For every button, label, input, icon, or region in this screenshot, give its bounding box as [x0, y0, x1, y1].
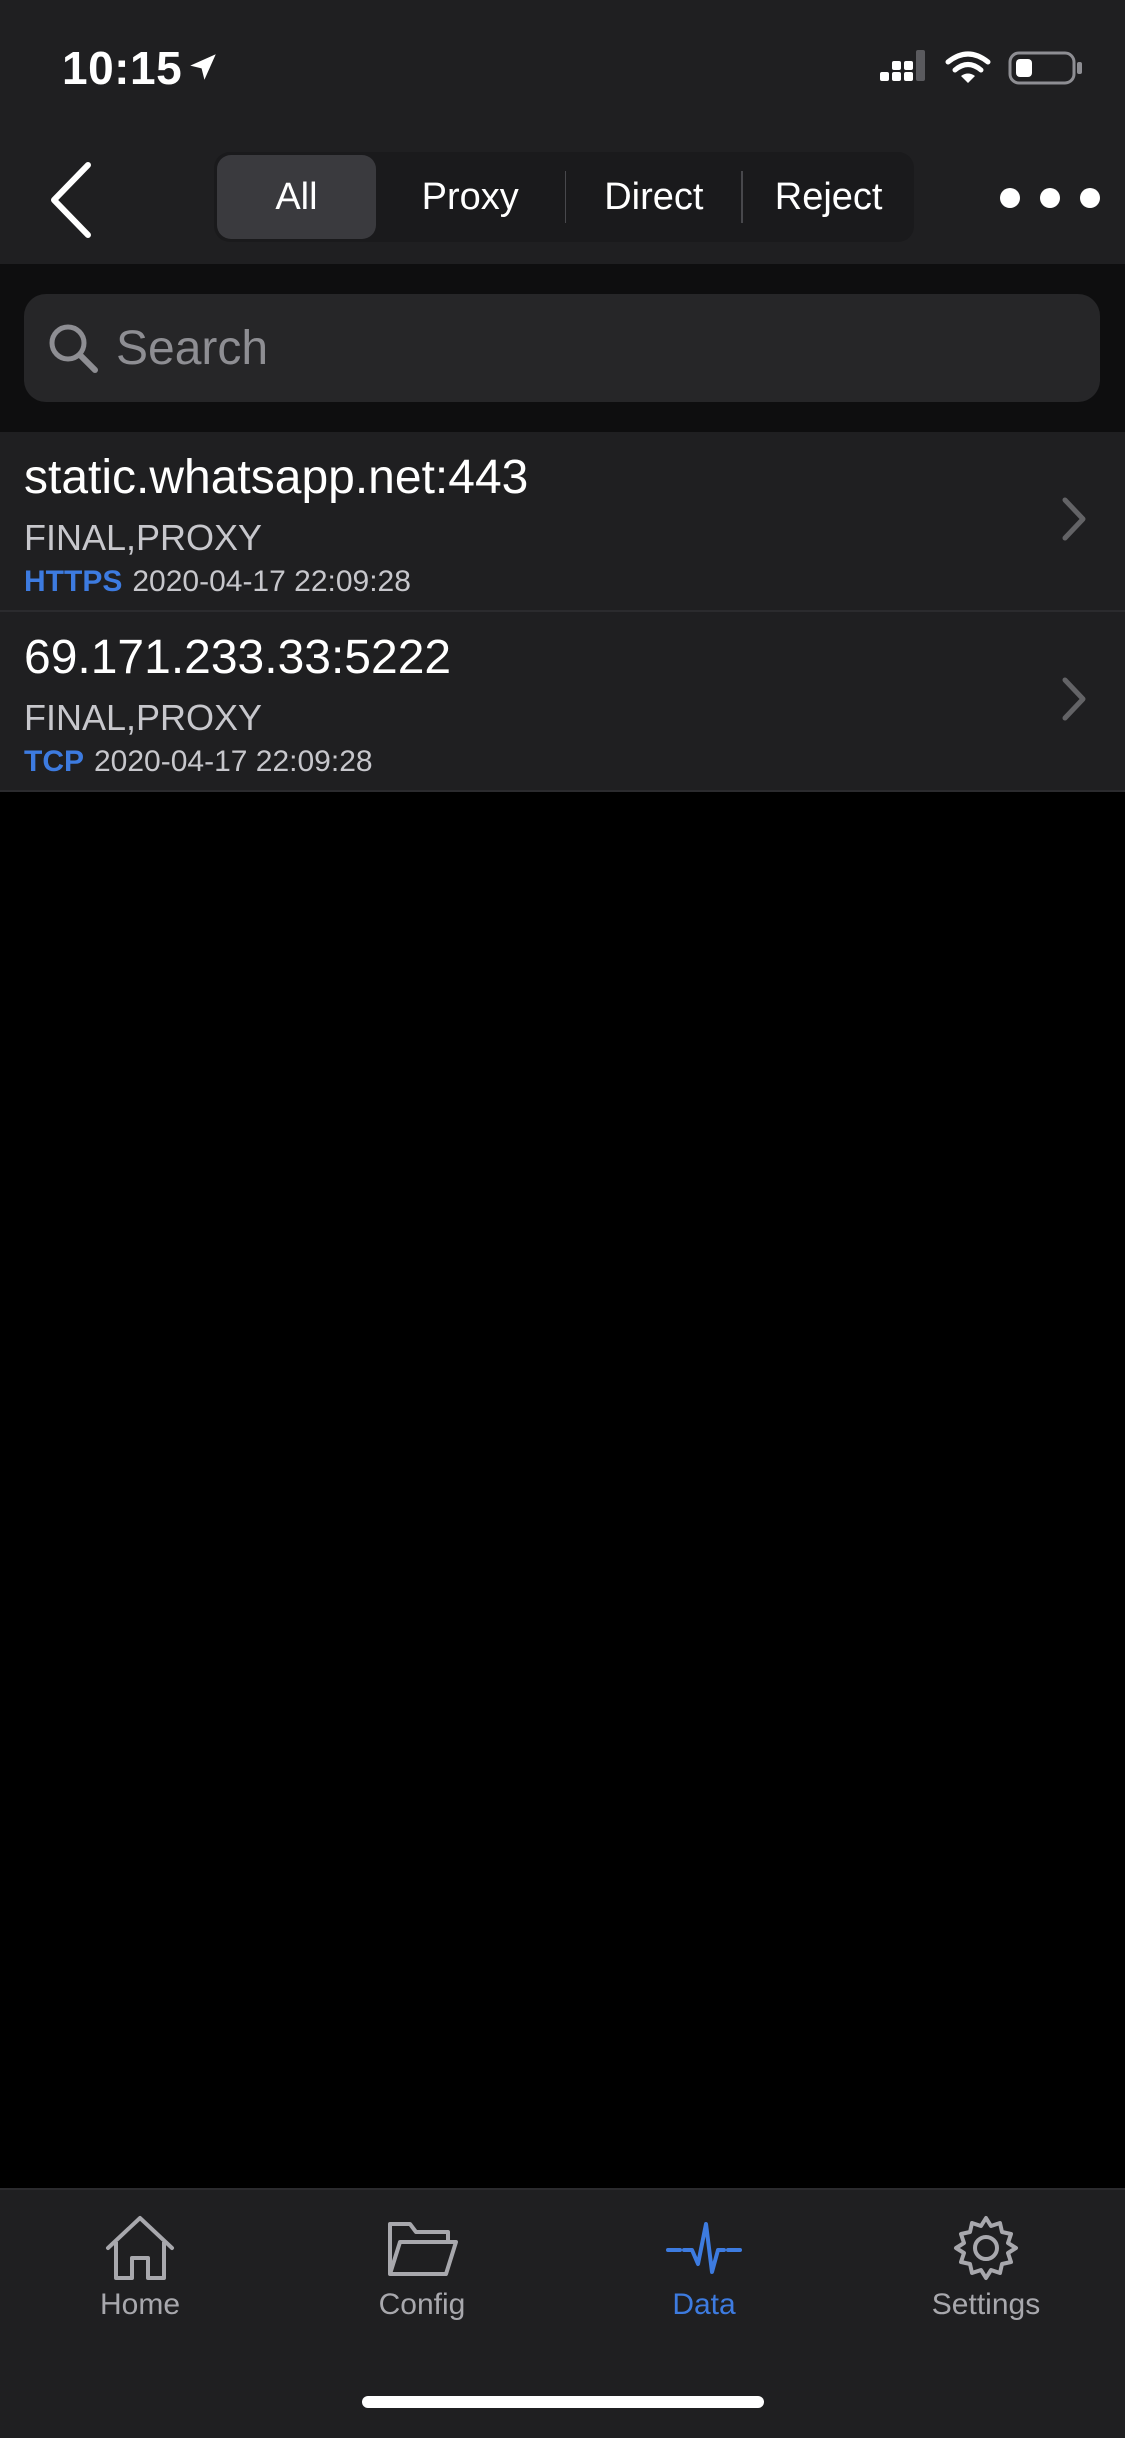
- request-row[interactable]: static.whatsapp.net:443 FINAL,PROXY HTTP…: [0, 432, 1125, 612]
- tab-config[interactable]: Config: [322, 2214, 522, 2334]
- tab-label: Settings: [931, 2288, 1041, 2321]
- request-timestamp: 2020-04-17 22:09:28: [132, 565, 411, 598]
- search-input[interactable]: [114, 319, 1078, 377]
- location-arrow-icon: [190, 54, 216, 80]
- wifi-icon: [945, 51, 991, 83]
- signal-icon: [880, 50, 925, 81]
- tab-label: Home: [99, 2288, 181, 2321]
- tab-settings[interactable]: Settings: [886, 2214, 1086, 2334]
- chevron-right-icon: [1062, 677, 1086, 721]
- more-button[interactable]: [1000, 170, 1100, 226]
- tab-home[interactable]: Home: [40, 2214, 240, 2334]
- chevron-left-icon: [51, 162, 91, 238]
- request-rule: FINAL,PROXY: [24, 697, 263, 738]
- back-button[interactable]: [36, 155, 106, 245]
- search-icon: [49, 324, 98, 373]
- filter-segmented-control: All Proxy Direct Reject: [214, 152, 914, 242]
- segment-proxy[interactable]: Proxy: [376, 155, 565, 239]
- request-host: static.whatsapp.net:443: [24, 451, 529, 504]
- tab-label: Config: [378, 2288, 466, 2321]
- request-protocol: TCP: [24, 745, 84, 778]
- pulse-icon: [666, 2222, 742, 2274]
- request-list: static.whatsapp.net:443 FINAL,PROXY HTTP…: [0, 432, 1125, 792]
- home-icon: [106, 2216, 174, 2280]
- request-timestamp: 2020-04-17 22:09:28: [94, 745, 373, 778]
- request-protocol: HTTPS: [24, 565, 123, 598]
- request-host: 69.171.233.33:5222: [24, 631, 452, 684]
- gear-icon: [954, 2216, 1018, 2280]
- segment-direct[interactable]: Direct: [566, 155, 741, 239]
- status-time: 10:15: [62, 42, 183, 94]
- search-bar: [0, 264, 1125, 432]
- battery-icon: [1008, 51, 1082, 85]
- request-meta: TCP 2020-04-17 22:09:28: [24, 744, 373, 780]
- request-rule: FINAL,PROXY: [24, 517, 263, 558]
- home-indicator: [362, 2396, 764, 2408]
- top-bar: 10:15 All Proxy Direct Reject: [0, 0, 1125, 264]
- segment-all[interactable]: All: [217, 155, 376, 239]
- request-row[interactable]: 69.171.233.33:5222 FINAL,PROXY TCP 2020-0…: [0, 612, 1125, 792]
- search-field[interactable]: [24, 294, 1100, 402]
- chevron-right-icon: [1062, 497, 1086, 541]
- segment-reject[interactable]: Reject: [743, 155, 914, 239]
- tab-label: Data: [672, 2288, 736, 2321]
- tab-data[interactable]: Data: [604, 2214, 804, 2334]
- request-meta: HTTPS 2020-04-17 22:09:28: [24, 564, 411, 600]
- folder-icon: [388, 2222, 458, 2276]
- more-horizontal-icon: [1000, 188, 1100, 208]
